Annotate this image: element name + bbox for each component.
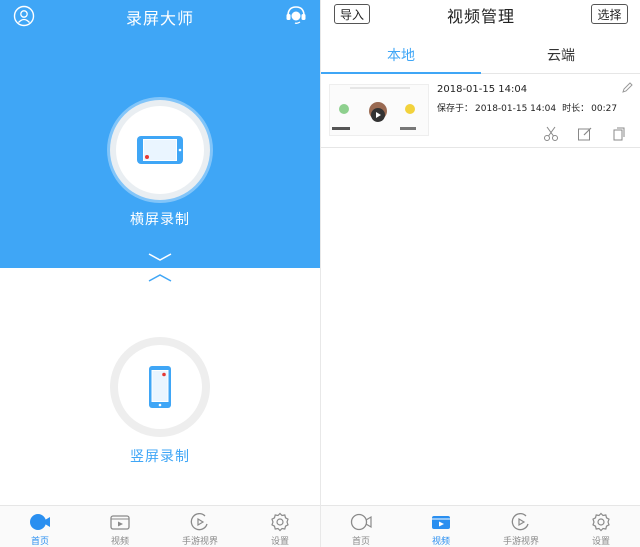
duration-value: 00:27	[591, 104, 618, 114]
chevron-down-icon[interactable]	[148, 252, 172, 262]
customer-service-icon[interactable]	[283, 3, 309, 27]
chevron-up-icon[interactable]	[148, 273, 172, 283]
edit-icon[interactable]	[577, 126, 593, 142]
landscape-record-label[interactable]: 横屏录制	[0, 209, 320, 229]
scissors-icon[interactable]	[543, 126, 559, 142]
tab-game-vision[interactable]: 手游视界	[160, 506, 240, 547]
tab-game-vision-label: 手游视界	[502, 537, 539, 547]
video-icon	[109, 512, 131, 532]
portrait-phone-icon	[149, 366, 171, 408]
video-meta: 保存于： 2018-01-15 14:04 时长： 00:27	[437, 101, 623, 114]
video-actions	[543, 126, 627, 142]
tab-settings[interactable]: 设置	[561, 506, 640, 547]
gear-icon	[269, 512, 291, 532]
tab-settings-label: 设置	[270, 537, 289, 547]
video-management-screen: 导入 视频管理 选择 本地 云端 2018-01-15 14:04 保存于： 20…	[320, 0, 640, 547]
saved-value: 2018-01-15 14:04	[475, 104, 557, 114]
tab-video-label: 视频	[110, 537, 129, 547]
app-title: 录屏大师	[125, 9, 194, 28]
video-date: 2018-01-15 14:04	[437, 84, 528, 95]
copy-icon[interactable]	[611, 126, 627, 142]
nav-bar: 导入 视频管理 选择	[321, 0, 640, 32]
tab-video-label: 视频	[431, 537, 450, 547]
tab-video[interactable]: 视频	[401, 506, 481, 547]
tab-game-vision[interactable]: 手游视界	[481, 506, 561, 547]
bottom-tab-bar: 首页 视频 手游视界 设置	[321, 505, 640, 547]
landscape-phone-icon	[137, 136, 183, 164]
game-play-icon	[189, 512, 211, 532]
tab-video[interactable]: 视频	[80, 506, 160, 547]
camera-icon	[350, 512, 372, 532]
tab-settings[interactable]: 设置	[240, 506, 320, 547]
video-thumbnail[interactable]	[329, 84, 429, 136]
segment-tabs: 本地 云端	[321, 36, 640, 74]
home-screen: 录屏大师 横屏录制 竖屏录制 首页 视频 手游视界 设置	[0, 0, 320, 547]
tab-home-label: 首页	[30, 537, 49, 547]
tab-home-label: 首页	[351, 537, 370, 547]
landscape-record-button[interactable]	[110, 100, 210, 200]
tab-settings-label: 设置	[591, 537, 610, 547]
select-button[interactable]: 选择	[591, 4, 628, 24]
gear-icon	[590, 512, 612, 532]
bottom-tab-bar: 首页 视频 手游视界 设置	[0, 505, 320, 547]
video-list-item[interactable]: 2018-01-15 14:04 保存于： 2018-01-15 14:04 时长：…	[321, 78, 640, 148]
edit-name-icon[interactable]	[621, 82, 633, 94]
game-play-icon	[510, 512, 532, 532]
video-icon	[430, 512, 452, 532]
tab-home[interactable]: 首页	[0, 506, 80, 547]
duration-label: 时长：	[562, 104, 590, 114]
camera-icon	[29, 512, 51, 532]
tab-home[interactable]: 首页	[321, 506, 401, 547]
portrait-record-button[interactable]	[110, 337, 210, 437]
tab-local[interactable]: 本地	[321, 36, 481, 74]
landscape-record-area: 录屏大师 横屏录制	[0, 0, 320, 268]
tab-cloud[interactable]: 云端	[481, 36, 640, 73]
saved-label: 保存于：	[437, 104, 474, 114]
tab-game-vision-label: 手游视界	[181, 537, 218, 547]
portrait-record-label[interactable]: 竖屏录制	[0, 446, 320, 466]
